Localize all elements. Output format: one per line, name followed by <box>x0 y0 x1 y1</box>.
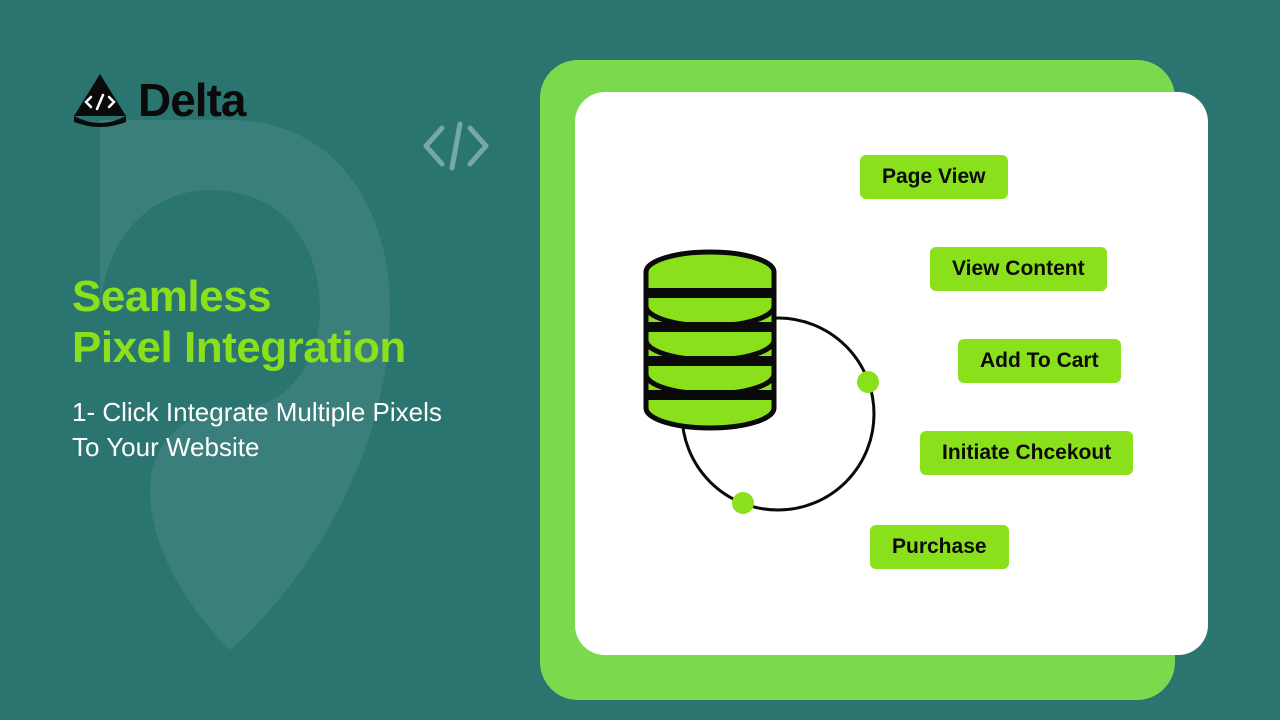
delta-logo-icon <box>68 72 132 128</box>
subheadline: 1- Click Integrate Multiple Pixels To Yo… <box>72 395 442 465</box>
event-chip-view-content: View Content <box>930 247 1107 291</box>
event-chip-purchase: Purchase <box>870 525 1009 569</box>
event-chip-page-view: Page View <box>860 155 1008 199</box>
pixel-event-list: Page View View Content Add To Cart Initi… <box>860 155 1190 625</box>
brand-name: Delta <box>138 73 245 127</box>
brand-logo: Delta <box>68 72 245 128</box>
delta-watermark-icon <box>30 110 430 670</box>
event-chip-add-to-cart: Add To Cart <box>958 339 1121 383</box>
code-brackets-icon <box>420 118 492 174</box>
subhead-line-2: To Your Website <box>72 430 442 465</box>
database-orbit-illustration <box>610 248 900 528</box>
headline: Seamless Pixel Integration <box>72 272 406 373</box>
headline-line-2: Pixel Integration <box>72 323 406 374</box>
event-chip-initiate-checkout: Initiate Chcekout <box>920 431 1133 475</box>
database-icon <box>646 252 774 428</box>
headline-line-1: Seamless <box>72 272 406 323</box>
subhead-line-1: 1- Click Integrate Multiple Pixels <box>72 395 442 430</box>
